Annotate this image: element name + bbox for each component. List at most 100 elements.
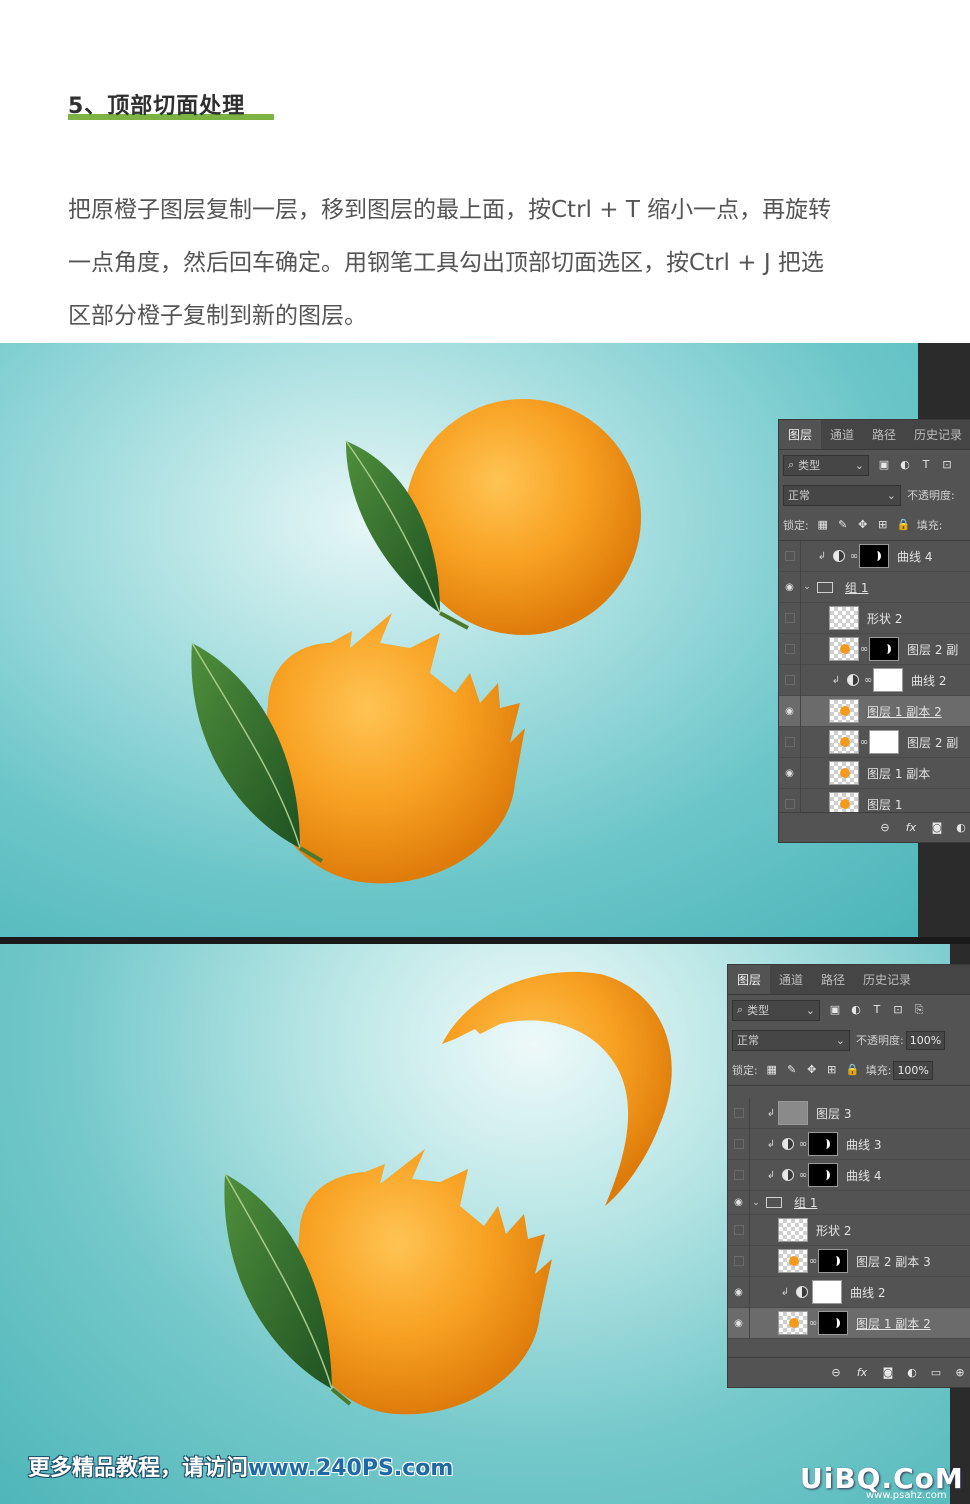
type-filter-icon[interactable]: T: [920, 459, 932, 471]
layer-name: 图层 1 副本: [867, 766, 931, 781]
visibility-toggle[interactable]: [779, 540, 801, 572]
link-layers-icon[interactable]: ⊖: [879, 821, 891, 834]
heading-block: 5、顶部切面处理: [68, 88, 274, 120]
new-adjustment-icon[interactable]: ◐: [955, 821, 967, 834]
visibility-toggle[interactable]: [728, 1128, 750, 1160]
tab-layers[interactable]: 图层: [728, 965, 771, 994]
layer-row[interactable]: ◉ 图层 1 副本: [779, 757, 970, 789]
opacity-input[interactable]: 100%: [905, 1030, 946, 1050]
shape-filter-icon[interactable]: ⊡: [892, 1004, 904, 1016]
lock-move-icon[interactable]: ✥: [806, 1064, 818, 1076]
layer-row-selected[interactable]: ◉ 图层 1 副本 2: [779, 695, 970, 727]
tab-paths[interactable]: 路径: [863, 420, 905, 449]
layer-list: ↲ ∞ 曲线 4 ◉ ⌄ 组 1 形状 2 ∞ 图层 2 副 ↲ ∞ 曲线 2 …: [779, 540, 970, 820]
layer-row[interactable]: ↲ ∞ 曲线 3: [728, 1128, 970, 1160]
lock-brush-icon[interactable]: ✎: [837, 519, 849, 531]
filter-type-select[interactable]: ⌕ 类型 ⌄: [783, 454, 869, 476]
eye-icon[interactable]: ◉: [728, 1307, 750, 1339]
lock-all-icon[interactable]: 🔒: [897, 519, 911, 531]
filter-type-select[interactable]: ⌕ 类型 ⌄: [732, 999, 820, 1021]
lock-transparent-icon[interactable]: ▦: [766, 1064, 778, 1076]
chain-icon: ∞: [798, 1138, 808, 1150]
filter-row: ⌕ 类型 ⌄ ▣ ◐ T ⊡ ⎘: [728, 995, 970, 1025]
image-filter-icon[interactable]: ▣: [829, 1004, 841, 1016]
layer-row[interactable]: ↲ 图层 3: [728, 1097, 970, 1129]
smart-object-filter-icon[interactable]: ⎘: [913, 1004, 925, 1016]
layer-row-selected[interactable]: ◉ ∞ 图层 1 副本 2: [728, 1307, 970, 1339]
add-mask-icon[interactable]: ◙: [931, 821, 943, 834]
layer-mask-thumb: [808, 1132, 838, 1156]
panel-tabs: 图层 通道 路径 历史记录: [728, 965, 970, 995]
layer-name: 形状 2: [867, 611, 903, 626]
opacity-label: 不透明度:: [856, 1034, 904, 1047]
eye-icon[interactable]: ◉: [728, 1190, 750, 1215]
shape-filter-icon[interactable]: ⊡: [941, 459, 953, 471]
layer-thumb: [829, 606, 859, 630]
expand-arrow-icon[interactable]: ⌄: [801, 582, 813, 592]
layer-row[interactable]: ↲ ∞ 曲线 4: [728, 1159, 970, 1191]
lock-transparent-icon[interactable]: ▦: [817, 519, 829, 531]
layer-row[interactable]: ↲ ∞ 曲线 4: [779, 540, 970, 572]
adjustment-filter-icon[interactable]: ◐: [850, 1004, 862, 1016]
lock-artboard-icon[interactable]: ⊞: [877, 519, 889, 531]
layer-thumb: [778, 1311, 808, 1335]
new-layer-icon[interactable]: ⊕: [954, 1366, 966, 1379]
lock-artboard-icon[interactable]: ⊞: [826, 1064, 838, 1076]
tab-paths[interactable]: 路径: [812, 965, 854, 994]
clip-arrow-icon: ↲: [766, 1138, 776, 1150]
layer-row[interactable]: ◉ ↲ 曲线 2: [728, 1276, 970, 1308]
lock-all-icon[interactable]: 🔒: [846, 1064, 860, 1076]
chain-icon: ∞: [859, 643, 869, 655]
fx-icon[interactable]: fx: [903, 821, 919, 834]
tab-channels[interactable]: 通道: [770, 965, 812, 994]
chain-icon: ∞: [798, 1169, 808, 1181]
layer-row[interactable]: ∞ 图层 2 副本 3: [728, 1245, 970, 1277]
layer-row[interactable]: ◉ ⌄ 组 1: [779, 571, 970, 603]
tab-history[interactable]: 历史记录: [854, 965, 920, 994]
visibility-toggle[interactable]: [728, 1245, 750, 1277]
fill-input[interactable]: 100%: [893, 1060, 933, 1080]
layer-row[interactable]: ◉ ⌄ 组 1: [728, 1190, 970, 1215]
eye-icon[interactable]: ◉: [779, 571, 801, 603]
layer-row[interactable]: ∞ 图层 2 副: [779, 726, 970, 758]
type-filter-icon[interactable]: T: [871, 1004, 883, 1016]
visibility-toggle[interactable]: [728, 1097, 750, 1129]
visibility-toggle[interactable]: [779, 633, 801, 665]
link-layers-icon[interactable]: ⊖: [830, 1366, 842, 1379]
blend-mode-select[interactable]: 正常 ⌄: [783, 484, 901, 506]
layer-mask-thumb: [873, 668, 903, 692]
eye-icon[interactable]: ◉: [779, 695, 801, 727]
blend-row: 正常 ⌄ 不透明度: 100%: [728, 1025, 970, 1055]
eye-icon[interactable]: ◉: [728, 1276, 750, 1308]
layer-mask-thumb: [869, 730, 899, 754]
tab-history[interactable]: 历史记录: [905, 420, 970, 449]
new-group-icon[interactable]: ▭: [930, 1366, 942, 1379]
layer-row[interactable]: ↲ ∞ 曲线 2: [779, 664, 970, 696]
new-adjustment-icon[interactable]: ◐: [906, 1366, 918, 1379]
visibility-toggle[interactable]: [779, 726, 801, 758]
blend-mode-select[interactable]: 正常 ⌄: [732, 1029, 850, 1051]
paragraph-line: 一点角度，然后回车确定。用钢笔工具勾出顶部切面选区，按Ctrl + J 把选: [68, 250, 824, 276]
image-filter-icon[interactable]: ▣: [878, 459, 890, 471]
tab-layers[interactable]: 图层: [779, 420, 822, 449]
adjustment-filter-icon[interactable]: ◐: [899, 459, 911, 471]
fx-icon[interactable]: fx: [854, 1366, 870, 1379]
tab-channels[interactable]: 通道: [821, 420, 863, 449]
lock-brush-icon[interactable]: ✎: [786, 1064, 798, 1076]
chevron-down-icon: ⌄: [854, 458, 864, 472]
layer-row[interactable]: 形状 2: [728, 1214, 970, 1246]
adjustment-icon: [782, 1138, 794, 1150]
layer-name: 曲线 2: [911, 673, 947, 688]
expand-arrow-icon[interactable]: ⌄: [750, 1198, 762, 1208]
layer-row[interactable]: 形状 2: [779, 602, 970, 634]
layer-row[interactable]: ∞ 图层 2 副: [779, 633, 970, 665]
add-mask-icon[interactable]: ◙: [882, 1366, 894, 1379]
visibility-toggle[interactable]: [728, 1214, 750, 1246]
lock-move-icon[interactable]: ✥: [857, 519, 869, 531]
visibility-toggle[interactable]: [728, 1159, 750, 1191]
clip-arrow-icon: ↲: [766, 1107, 776, 1119]
visibility-toggle[interactable]: [779, 602, 801, 634]
visibility-toggle[interactable]: [779, 664, 801, 696]
eye-icon[interactable]: ◉: [779, 757, 801, 789]
layer-name: 曲线 3: [846, 1137, 882, 1152]
